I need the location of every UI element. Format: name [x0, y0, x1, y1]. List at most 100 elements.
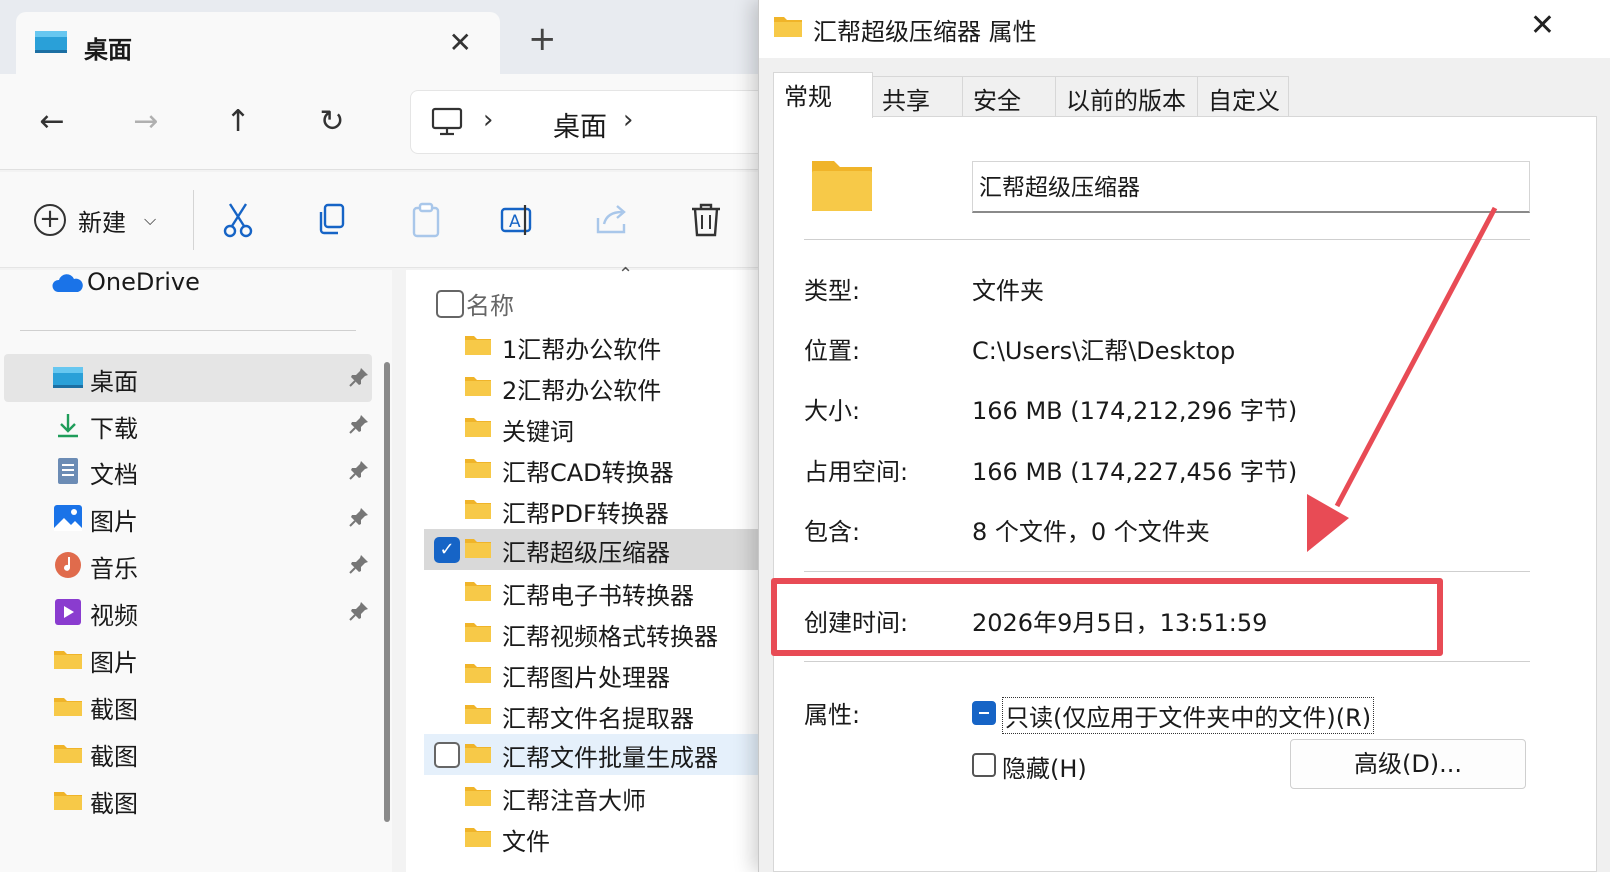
svg-text:A: A	[509, 212, 521, 232]
tab-title: 桌面	[84, 36, 132, 64]
folder-icon	[465, 500, 491, 519]
sidebar-item-documents[interactable]: 文档	[4, 447, 372, 495]
pin-icon[interactable]	[348, 413, 370, 435]
sidebar-item-label: OneDrive	[87, 268, 200, 296]
folder-icon	[465, 744, 491, 763]
contains-label: 包含:	[804, 518, 861, 546]
type-label: 类型:	[804, 277, 861, 305]
close-icon[interactable]: ✕	[1530, 8, 1555, 43]
command-bar: + 新建 ⌵ A	[0, 172, 790, 268]
folder-name-input[interactable]: 汇帮超级压缩器	[972, 161, 1530, 213]
pin-icon[interactable]	[348, 600, 370, 622]
paste-icon[interactable]	[406, 200, 446, 240]
table-row[interactable]: 文件	[424, 818, 790, 859]
sidebar-item-desktop[interactable]: 桌面	[4, 354, 372, 402]
sidebar-item-folder[interactable]: 截图	[4, 682, 372, 730]
table-row[interactable]: 汇帮视频格式转换器	[424, 613, 790, 654]
table-row-hover[interactable]: 汇帮文件批量生成器	[424, 734, 790, 775]
file-name: 2汇帮办公软件	[502, 377, 662, 405]
close-tab-icon[interactable]: ✕	[449, 26, 472, 59]
tab-security[interactable]: 安全	[962, 76, 1056, 116]
tab-general[interactable]: 常规	[773, 72, 873, 118]
sidebar-item-downloads[interactable]: 下载	[4, 401, 372, 449]
sidebar-item-folder[interactable]: 图片	[4, 635, 372, 683]
hidden-checkbox[interactable]	[972, 753, 996, 777]
sidebar-item-videos[interactable]: 视频	[4, 588, 372, 636]
table-row[interactable]: 汇帮文件名提取器	[424, 695, 790, 736]
readonly-label[interactable]: 只读(仅应用于文件夹中的文件)(R)	[1002, 697, 1375, 734]
pictures-icon	[54, 505, 82, 531]
file-explorer-window: 桌面 ✕ + ← → ↑ ↻ › 桌面 › + 新建 ⌵ A OneDrive …	[0, 0, 790, 872]
navigation-pane: OneDrive 桌面 下载 文档 图片 音乐 视频 图片 截图 截图 截图	[0, 268, 392, 872]
pin-icon[interactable]	[348, 506, 370, 528]
table-row[interactable]: 汇帮注音大师	[424, 777, 790, 818]
table-row[interactable]: 关键词	[424, 408, 790, 449]
folder-icon	[54, 745, 82, 763]
table-row[interactable]: 1汇帮办公软件	[424, 326, 790, 367]
sidebar-item-label: 下载	[90, 415, 138, 443]
table-row[interactable]: 汇帮电子书转换器	[424, 572, 790, 613]
computer-icon	[431, 107, 463, 136]
tab-desktop[interactable]: 桌面 ✕	[16, 12, 500, 76]
file-name: 汇帮图片处理器	[502, 664, 670, 692]
folder-icon	[465, 539, 491, 558]
pin-icon[interactable]	[348, 553, 370, 575]
table-row[interactable]: 汇帮图片处理器	[424, 654, 790, 695]
tab-strip: 桌面 ✕ +	[0, 0, 790, 76]
divider	[804, 661, 1530, 662]
back-arrow-icon[interactable]: ←	[30, 100, 74, 144]
readonly-checkbox[interactable]	[972, 701, 996, 725]
sidebar-item-label: 图片	[90, 649, 138, 677]
select-all-checkbox[interactable]	[436, 290, 464, 318]
delete-icon[interactable]	[686, 200, 726, 240]
sidebar-item-music[interactable]: 音乐	[4, 541, 372, 589]
contains-value: 8 个文件，0 个文件夹	[972, 518, 1210, 546]
tab-sharing[interactable]: 共享	[871, 76, 963, 116]
size-value: 166 MB (174,212,296 字节)	[972, 397, 1298, 425]
share-icon[interactable]	[592, 200, 632, 240]
breadcrumb-desktop[interactable]: 桌面	[553, 105, 607, 144]
forward-arrow-icon[interactable]: →	[124, 100, 168, 144]
rename-icon[interactable]: A	[498, 200, 538, 240]
cut-icon[interactable]	[218, 200, 258, 240]
type-value: 文件夹	[972, 277, 1044, 305]
folder-icon	[465, 582, 491, 601]
row-checkbox-checked[interactable]: ✓	[434, 537, 460, 563]
advanced-button[interactable]: 高级(D)...	[1290, 739, 1526, 789]
sidebar-item-pictures[interactable]: 图片	[4, 494, 372, 542]
sidebar-item-onedrive[interactable]: OneDrive	[4, 260, 372, 308]
sidebar-item-label: 桌面	[90, 368, 138, 396]
copy-icon[interactable]	[312, 200, 352, 240]
file-list: ⌃ 名称 1汇帮办公软件 2汇帮办公软件 关键词 汇帮CAD转换器 汇帮PDF转…	[406, 264, 790, 872]
column-header-name[interactable]: 名称	[466, 286, 514, 321]
breadcrumb-chevron-icon[interactable]: ›	[483, 105, 493, 135]
sidebar-item-folder[interactable]: 截图	[4, 776, 372, 824]
dialog-titlebar[interactable]: 汇帮超级压缩器 属性 ✕	[759, 0, 1610, 58]
new-tab-button[interactable]: +	[528, 22, 557, 56]
screen: 桌面 ✕ + ← → ↑ ↻ › 桌面 › + 新建 ⌵ A OneDrive …	[0, 0, 1610, 872]
table-row-selected[interactable]: ✓ 汇帮超级压缩器	[424, 529, 790, 570]
sidebar-scrollbar[interactable]	[384, 362, 390, 822]
hidden-label[interactable]: 隐藏(H)	[1002, 749, 1087, 784]
table-row[interactable]: 汇帮CAD转换器	[424, 449, 790, 490]
table-row[interactable]: 2汇帮办公软件	[424, 367, 790, 408]
tab-customize[interactable]: 自定义	[1197, 76, 1289, 116]
desktop-icon	[53, 367, 83, 388]
folder-icon	[465, 623, 491, 642]
row-checkbox[interactable]	[434, 742, 460, 768]
new-button[interactable]: + 新建 ⌵	[34, 200, 156, 240]
pin-icon[interactable]	[348, 366, 370, 388]
breadcrumb-chevron-icon[interactable]: ›	[623, 105, 633, 135]
sidebar-item-label: 视频	[90, 602, 138, 630]
tab-previous-versions[interactable]: 以前的版本	[1055, 76, 1198, 116]
table-row[interactable]: 汇帮PDF转换器	[424, 490, 790, 531]
folder-icon	[465, 828, 491, 847]
file-name: 汇帮文件批量生成器	[502, 744, 718, 772]
refresh-icon[interactable]: ↻	[310, 100, 354, 144]
sidebar-item-folder[interactable]: 截图	[4, 729, 372, 777]
download-icon	[58, 414, 78, 438]
up-arrow-icon[interactable]: ↑	[216, 100, 260, 144]
address-bar[interactable]: › 桌面 ›	[410, 90, 790, 154]
pin-icon[interactable]	[348, 459, 370, 481]
attributes-label: 属性:	[804, 701, 861, 729]
